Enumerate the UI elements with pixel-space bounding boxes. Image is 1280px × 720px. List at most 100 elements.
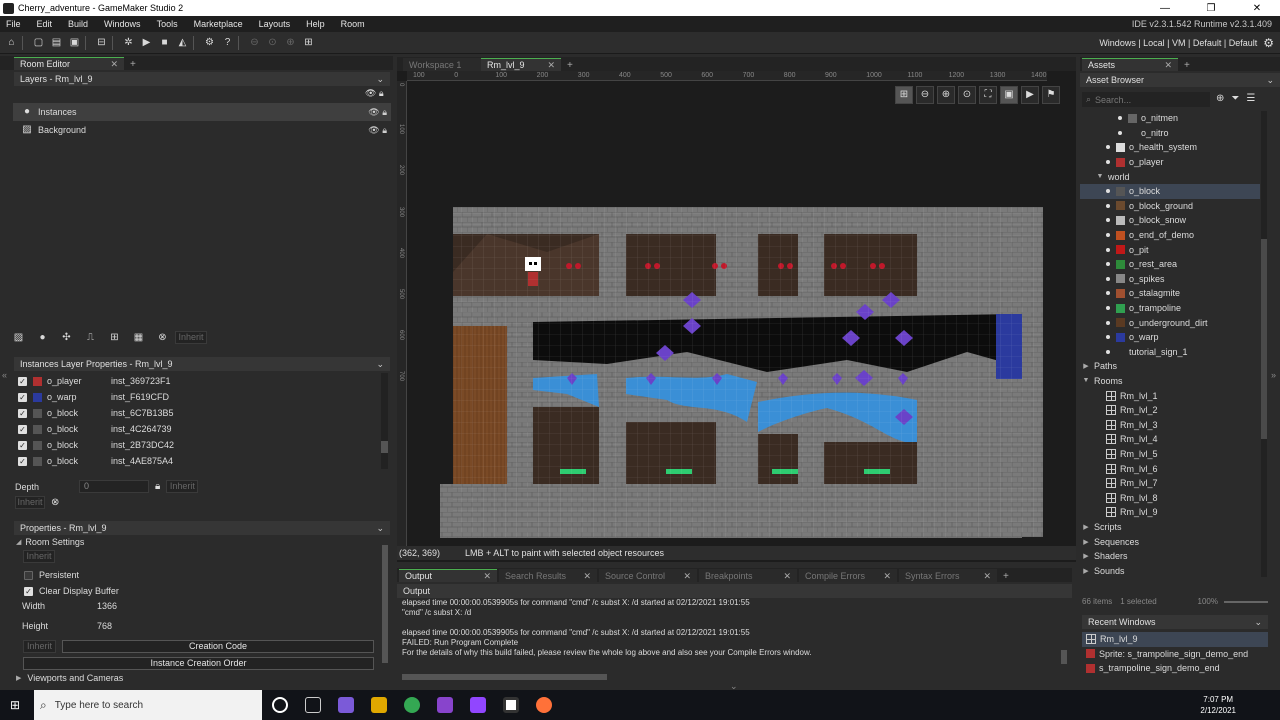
minimize-button[interactable]: — [1142, 3, 1188, 14]
close-tab-icon[interactable]: ✕ [683, 571, 691, 582]
triangle-right-icon[interactable]: ▶ [1082, 538, 1090, 546]
close-tab-icon[interactable]: ✕ [547, 60, 555, 71]
new-project-icon[interactable]: ▢ [32, 36, 45, 49]
asset-tree-item[interactable]: o_warp [1080, 330, 1260, 345]
asset-tree-item[interactable]: ▶ Sounds [1080, 563, 1260, 577]
lock-icon[interactable]: 🔒︎ [155, 481, 160, 492]
recent-window-item[interactable]: Sprite: s_trampoline_sign_demo_end [1082, 647, 1268, 662]
tab-output-5[interactable]: Syntax Errors ✕ [899, 569, 997, 582]
asset-tree-item[interactable]: Rm_lvl_7 [1080, 476, 1260, 491]
layers-visibility-all[interactable]: 👁︎ 🔒︎ [365, 88, 384, 99]
instance-row[interactable]: ✓ o_block inst_4C264739 [12, 421, 382, 437]
asset-tree-item[interactable]: o_stalagmite [1080, 286, 1260, 301]
menu-windows[interactable]: Windows [98, 19, 147, 29]
close-tab-icon[interactable]: ✕ [783, 571, 791, 582]
asset-tree-item[interactable]: Rm_lvl_3 [1080, 417, 1260, 432]
asset-tree-item[interactable]: o_spikes [1080, 272, 1260, 287]
persistent-row[interactable]: Persistent [24, 570, 79, 580]
asset-browser-header[interactable]: Asset Browser ⌄ [1080, 73, 1280, 87]
menu-edit[interactable]: Edit [31, 19, 59, 29]
twitch-icon[interactable] [470, 697, 486, 713]
clear-display-buffer-row[interactable]: ✓ Clear Display Buffer [24, 586, 119, 596]
zoom-in-icon[interactable]: ⊕ [937, 86, 955, 104]
asset-tree-item[interactable]: tutorial_sign_1 [1080, 345, 1260, 360]
output-vscrollbar[interactable] [1061, 650, 1067, 664]
workspace-icon[interactable]: ⊞ [302, 36, 315, 49]
triangle-down-icon[interactable]: ▼ [1082, 377, 1090, 384]
add-tab-icon[interactable]: + [567, 60, 573, 71]
asset-tree-item[interactable]: Rm_lvl_9 [1080, 505, 1260, 520]
clear-icon[interactable]: ⊗ [51, 497, 59, 508]
clear-display-buffer-checkbox[interactable]: ✓ [24, 586, 33, 596]
menu-build[interactable]: Build [62, 19, 94, 29]
asset-tree-item[interactable]: Rm_lvl_4 [1080, 432, 1260, 447]
triangle-right-icon[interactable]: ▶ [1082, 523, 1090, 531]
tab-workspace-1[interactable]: Workspace 1 [403, 58, 481, 71]
filter-icon[interactable]: ⏷ [1231, 93, 1239, 104]
grid-toggle-icon[interactable]: ⊞ [895, 86, 913, 104]
triangle-right-icon[interactable]: ▶ [1082, 552, 1090, 560]
taskbar-search[interactable]: ⌕ Type here to search [34, 690, 262, 720]
add-tile-layer-icon[interactable]: ⊞ [108, 331, 121, 344]
save-icon[interactable]: ▣ [68, 36, 81, 49]
app-icon[interactable] [437, 697, 453, 713]
asset-tree-item[interactable]: Rm_lvl_2 [1080, 403, 1260, 418]
close-tab-icon[interactable]: ✕ [883, 571, 891, 582]
asset-tree-item[interactable]: ▼ Rooms [1080, 374, 1260, 389]
instance-list-scrollbar[interactable] [381, 373, 388, 469]
asset-tree-item[interactable]: o_block [1080, 183, 1260, 199]
creation-code-button[interactable]: Creation Code [62, 640, 374, 653]
visibility-lock-icons[interactable]: 👁︎ 🔒︎ [368, 107, 387, 118]
asset-tree-item[interactable]: o_player [1080, 155, 1260, 170]
clean-icon[interactable]: ◭ [176, 36, 189, 49]
zoom-out-icon[interactable]: ⊖ [248, 36, 261, 49]
chevron-down-icon[interactable]: ⌄ [376, 74, 384, 85]
add-instance-layer-icon[interactable]: ● [36, 331, 49, 344]
instances-inherit-button[interactable]: Inherit [15, 496, 45, 509]
width-input[interactable]: 1366 [97, 601, 117, 611]
asset-tree-item[interactable]: o_block_snow [1080, 213, 1260, 228]
chevron-down-icon[interactable]: ⌄ [376, 523, 384, 534]
maximize-button[interactable]: ❐ [1188, 3, 1234, 14]
room-inherit-button[interactable]: Inherit [23, 550, 55, 563]
asset-tree-item[interactable]: Rm_lvl_1 [1080, 388, 1260, 403]
layer-inherit-button[interactable]: Inherit [175, 331, 207, 344]
target-gear-icon[interactable]: ⚙ [1263, 36, 1274, 50]
instance-creation-order-button[interactable]: Instance Creation Order [23, 657, 374, 670]
layer-background[interactable]: ▨ Background 👁︎ 🔒︎ [13, 121, 391, 139]
chevron-down-icon[interactable]: ⌄ [1254, 617, 1262, 628]
menu-layouts[interactable]: Layouts [253, 19, 297, 29]
open-project-icon[interactable]: ▤ [50, 36, 63, 49]
room-canvas[interactable] [407, 82, 1047, 546]
collapse-left-icon[interactable]: « [2, 370, 7, 380]
zoom-reset-icon[interactable]: ⊙ [958, 86, 976, 104]
add-asset-layer-icon[interactable]: ✣ [60, 331, 73, 344]
asset-search[interactable]: ⌕ Search... [1082, 92, 1210, 107]
add-tab-icon[interactable]: + [130, 59, 136, 70]
menu-icon[interactable]: ☰ [1246, 93, 1255, 104]
viewports-section[interactable]: ▶ Viewports and Cameras [16, 673, 123, 683]
tab-output-2[interactable]: Source Control ✕ [599, 569, 697, 582]
collapse-right-icon[interactable]: » [1271, 370, 1276, 380]
triangle-right-icon[interactable]: ▶ [1082, 567, 1090, 575]
delete-layer-icon[interactable]: ⊗ [156, 331, 169, 344]
asset-tree-item[interactable]: o_health_system [1080, 140, 1260, 155]
menu-help[interactable]: Help [300, 19, 331, 29]
instance-checkbox[interactable]: ✓ [18, 440, 27, 450]
task-view-icon[interactable] [305, 697, 321, 713]
stop-icon[interactable]: ■ [158, 36, 171, 49]
fit-view-icon[interactable]: ⛶ [979, 86, 997, 104]
target-selector[interactable]: Windows | Local | VM | Default | Default… [1099, 36, 1280, 50]
settings-icon[interactable]: ⚙ [203, 36, 216, 49]
asset-tree-item[interactable]: o_pit [1080, 242, 1260, 257]
recent-windows-header[interactable]: Recent Windows ⌄ [1082, 615, 1268, 629]
asset-tree-item[interactable]: o_trampoline [1080, 301, 1260, 316]
persistent-checkbox[interactable] [24, 570, 33, 580]
visibility-lock-icons[interactable]: 👁︎ 🔒︎ [368, 125, 387, 136]
instance-row[interactable]: ✓ o_warp inst_F619CFD [12, 389, 382, 405]
asset-zoom-slider[interactable] [1224, 600, 1268, 603]
add-tab-icon[interactable]: + [1184, 60, 1190, 71]
menu-tools[interactable]: Tools [151, 19, 184, 29]
asset-tree-item[interactable]: ▶ Paths [1080, 359, 1260, 374]
pick-icon[interactable]: ⚑ [1042, 86, 1060, 104]
